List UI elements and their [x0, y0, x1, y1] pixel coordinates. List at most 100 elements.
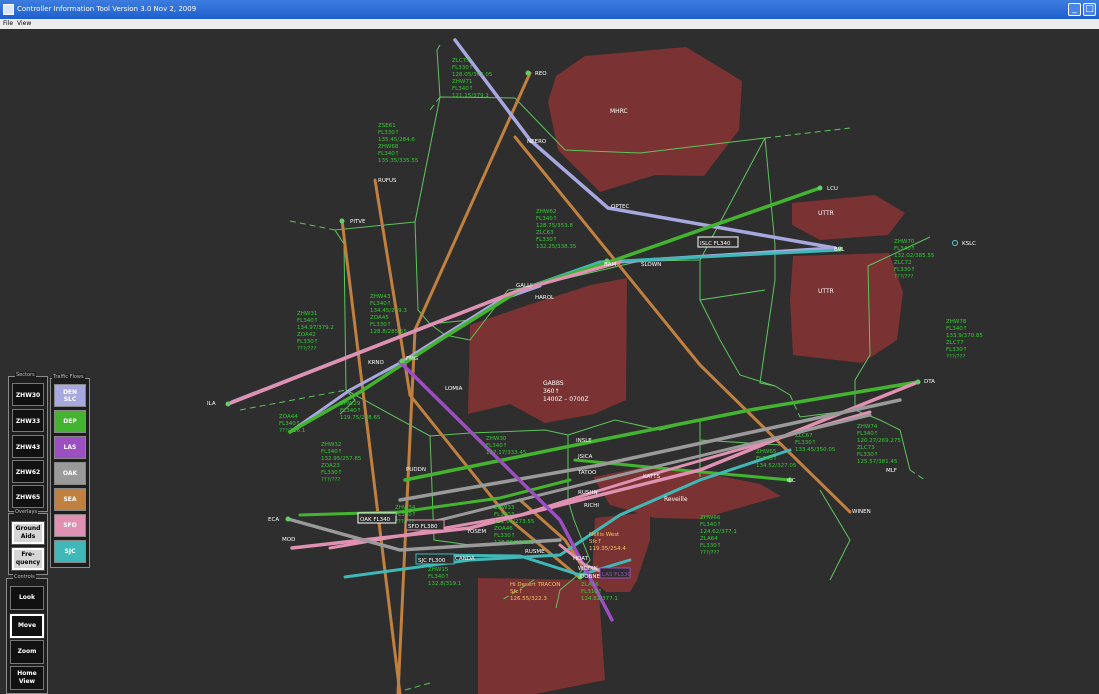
flow-label-top: DEP — [63, 418, 77, 425]
datablock-line: ZLC77 — [946, 340, 964, 346]
datablock-line: 119.75/278.65 — [340, 415, 381, 421]
datablock-line: ZHW43 — [370, 294, 391, 300]
fix-marker-ila — [225, 401, 231, 407]
datablock-line: 119.35/254.4 — [589, 546, 626, 552]
sector-button-zhw30[interactable]: ZHW30 — [12, 383, 44, 406]
sector-button-zhw62[interactable]: ZHW62 — [12, 460, 44, 483]
flow-label-top: DEN — [62, 388, 78, 396]
sector-button-zhw43[interactable]: ZHW43 — [12, 435, 44, 458]
datablock-line: 132.05/273.55 — [494, 519, 535, 525]
fix-mlf: MLF — [886, 468, 897, 474]
datablock-line: FL330↑ — [370, 321, 391, 328]
look-button[interactable]: Look — [10, 586, 44, 610]
minimize-icon[interactable]: _ — [1068, 3, 1081, 16]
flow-button-label: SJC — [65, 548, 76, 555]
datablock-line: ZLC75 — [452, 58, 470, 64]
datablock-line: ZHW71 — [452, 79, 472, 85]
datablock-line: ZOA42 — [297, 332, 316, 338]
datablock-line: ZOA44 — [279, 414, 298, 420]
datablock-line: FL330↑ — [297, 338, 318, 345]
datablock-line: FL340↑ — [321, 448, 342, 455]
datablock-line: ZLC72 — [894, 260, 912, 266]
fix-bvl: BVL — [834, 247, 845, 253]
datablock-line: 132.8/319.1 — [428, 581, 461, 587]
airspace-map[interactable]: MHRC UTTR UTTR GABBS 360↑ 1400Z – 0700Z … — [0, 29, 1099, 694]
datablock-line: FL330↑ — [321, 469, 342, 476]
datablock-line: ZHW33 — [494, 505, 515, 511]
sector-button-zhw33[interactable]: ZHW33 — [12, 409, 44, 432]
zoom-button-label: Zoom — [17, 648, 37, 655]
datablock-line: FL340↑ — [452, 85, 473, 92]
mhrc-area — [548, 47, 742, 192]
flow-button-oak[interactable]: OAK — [54, 462, 86, 485]
flow-button-den[interactable]: DEN SLC — [54, 384, 86, 407]
flow-button-sfo[interactable]: SFO — [54, 514, 86, 537]
area-label-mhrc: MHRC — [610, 108, 628, 115]
fix-neero: NEERO — [527, 139, 547, 145]
datablock-line: FL330↑ — [452, 64, 473, 71]
zoom-button[interactable]: Zoom — [10, 640, 44, 664]
datablock-line: 124.62/377.1 — [700, 529, 737, 535]
fix-puddn: PUDDN — [406, 467, 426, 473]
title-bar: Controller Information Tool Version 3.0 … — [0, 0, 1099, 19]
datablock-line: ZHW68 — [378, 144, 399, 150]
fix-lomia: LOMIA — [445, 386, 463, 392]
flow-button-las[interactable]: LAS — [54, 436, 86, 459]
datablock-line: ZHW78 — [946, 319, 967, 325]
datablock-line: ZLC67 — [795, 433, 813, 439]
datablock-line: FL330↑ — [946, 346, 967, 353]
controls-panel-caption: Controls — [13, 574, 36, 580]
area-label-gabbs: GABBS — [543, 380, 564, 387]
controls-panel: Controls Look Move Zoom Home View — [6, 574, 48, 694]
overlays-panel-caption: Overlays — [14, 509, 39, 515]
datablock-line: FL330↑ — [795, 439, 816, 446]
datablock-zhw30: ZHW30FL340↑127.17/333.45 — [486, 436, 527, 456]
datablock-line: FL340↑ — [297, 317, 318, 324]
ground-aids-button[interactable]: Ground Aids — [11, 521, 45, 545]
datablock-line: 128.95/284.65 — [494, 540, 535, 546]
datablock-line: 134.97/379.2 — [297, 325, 334, 331]
home-view-button[interactable]: Home View — [10, 666, 44, 690]
datablock-line: ???/??? — [894, 274, 913, 280]
sectors-panel-caption: Sectors — [15, 372, 36, 378]
datablock-line: FL340↑ — [340, 407, 361, 414]
overlays-panel: Overlays Ground Aids Fre-quency — [8, 509, 48, 575]
datablock-line: 135.45/284.6 — [378, 137, 415, 143]
maximize-icon[interactable]: □ — [1083, 3, 1096, 16]
datablock-line: ZHW74 — [857, 424, 878, 430]
datablock-zhw31: ZHW31FL340↑134.97/379.2ZOA42FL330↑???/??… — [297, 311, 334, 352]
route-tag-islc: ISLC FL340 — [700, 241, 731, 247]
flow-button-sjc[interactable]: SJC — [54, 540, 86, 563]
datablock-line: FL340↑ — [395, 511, 416, 518]
datablock-line: ZLA16 — [581, 582, 599, 588]
fix-rushn: RUSHN — [578, 490, 598, 496]
datablock-line: ???/??? — [700, 550, 719, 556]
datablock-zlc67: ZLC67FL330↑133.45/350.05 — [795, 433, 836, 453]
menu-view[interactable]: View — [17, 19, 31, 29]
datablock-line: 134.45/269.3 — [370, 308, 407, 314]
sector-button-zhw65[interactable]: ZHW65 — [12, 485, 44, 508]
fix-fmg: FMG — [406, 356, 418, 362]
datablock-line: FL340↑ — [486, 442, 507, 449]
datablock-zhw32: ZHW32FL340↑132.95/257.85ZOA23FL330↑???/?… — [321, 442, 362, 483]
flow-button-dep[interactable]: DEP — [54, 410, 86, 433]
datablock-line: Nellis West — [589, 532, 620, 538]
datablock-line: 132.95/257.85 — [321, 456, 362, 462]
datablock-line: Sfc↑ — [510, 588, 523, 595]
datablock-line: 134.52/327.05 — [756, 463, 797, 469]
map-canvas[interactable]: MHRC UTTR UTTR GABBS 360↑ 1400Z – 0700Z … — [0, 29, 1099, 694]
datablock-line: FL340↑ — [700, 521, 721, 528]
move-button[interactable]: Move — [9, 613, 45, 639]
fix-marker-reo — [525, 70, 531, 76]
datablock-line: FL340↑ — [536, 215, 557, 222]
fix-ilc: ILC — [787, 478, 796, 484]
fix-canda: CANDA — [455, 556, 475, 562]
flow-button-sea[interactable]: SEA — [54, 488, 86, 511]
fix-jsica: JSICA — [577, 454, 593, 460]
ground-aids-line1: Ground — [15, 525, 41, 532]
datablock-line: 125.57/381.45 — [857, 459, 898, 465]
menu-file[interactable]: File — [3, 19, 13, 29]
frequency-button[interactable]: Fre-quency — [11, 547, 45, 571]
kslc-airport-icon — [952, 240, 958, 246]
sectors-panel: Sectors ZHW30 ZHW33 ZHW43 ZHW62 ZHW65 — [8, 372, 48, 512]
